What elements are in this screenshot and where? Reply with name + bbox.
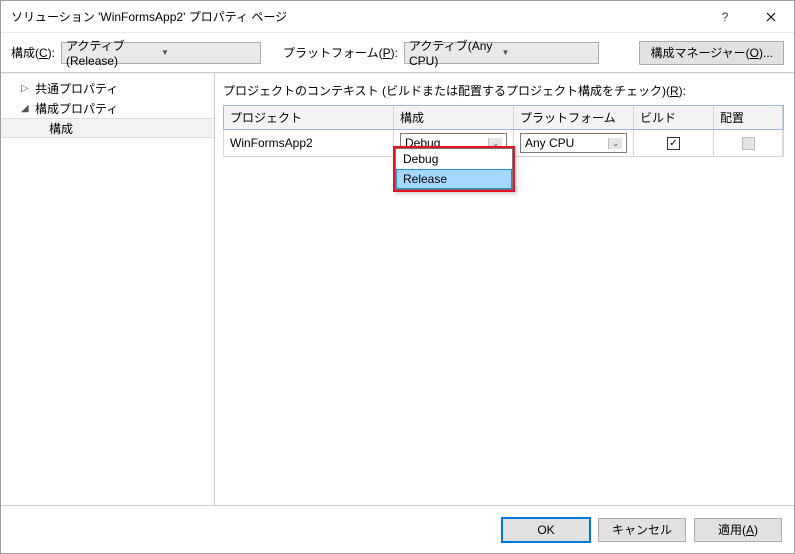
col-platform[interactable]: プラットフォーム bbox=[514, 106, 634, 129]
cell-deploy bbox=[714, 130, 783, 156]
config-combo-value: アクティブ(Release) bbox=[66, 37, 161, 68]
close-button[interactable] bbox=[748, 1, 794, 33]
context-label: プロジェクトのコンテキスト (ビルドまたは配置するプロジェクト構成をチェック)(… bbox=[223, 82, 784, 99]
build-checkbox[interactable]: ✓ bbox=[667, 137, 680, 150]
property-dialog: ソリューション 'WinFormsApp2' プロパティ ページ ? 構成(C)… bbox=[0, 0, 795, 554]
window-title: ソリューション 'WinFormsApp2' プロパティ ページ bbox=[11, 8, 702, 25]
platform-combo[interactable]: アクティブ(Any CPU) ▼ bbox=[404, 42, 599, 64]
tree-panel: ▷ 共通プロパティ ◢ 構成プロパティ 構成 bbox=[1, 74, 215, 505]
grid-header: プロジェクト 構成 プラットフォーム ビルド 配置 bbox=[223, 105, 784, 130]
ok-button[interactable]: OK bbox=[502, 518, 590, 542]
cell-build: ✓ bbox=[634, 130, 714, 156]
cancel-button[interactable]: キャンセル bbox=[598, 518, 686, 542]
tree-label: 構成 bbox=[49, 120, 73, 137]
body: ▷ 共通プロパティ ◢ 構成プロパティ 構成 プロジェクトのコンテキスト (ビル… bbox=[1, 73, 794, 505]
platform-label: プラットフォーム(P): bbox=[283, 44, 398, 61]
deploy-checkbox bbox=[742, 137, 755, 150]
cell-platform: Any CPU ⌄ bbox=[514, 130, 634, 156]
col-config[interactable]: 構成 bbox=[394, 106, 514, 129]
tree-item-common[interactable]: ▷ 共通プロパティ bbox=[1, 78, 214, 98]
config-label: 構成(C): bbox=[11, 44, 55, 61]
expanded-icon: ◢ bbox=[21, 103, 31, 114]
close-icon bbox=[766, 12, 776, 22]
col-build[interactable]: ビルド bbox=[634, 106, 714, 129]
config-combo[interactable]: アクティブ(Release) ▼ bbox=[61, 42, 261, 64]
cell-project: WinFormsApp2 bbox=[224, 130, 394, 156]
footer: OK キャンセル 適用(A) bbox=[1, 505, 794, 553]
config-dropdown: Debug Release bbox=[393, 146, 515, 192]
row-platform-combo[interactable]: Any CPU ⌄ bbox=[520, 133, 627, 153]
help-button[interactable]: ? bbox=[702, 1, 748, 33]
apply-button[interactable]: 適用(A) bbox=[694, 518, 782, 542]
tree-label: 構成プロパティ bbox=[35, 100, 118, 117]
chevron-down-icon: ▼ bbox=[502, 48, 595, 57]
chevron-down-icon: ▼ bbox=[161, 48, 256, 57]
right-panel: プロジェクトのコンテキスト (ビルドまたは配置するプロジェクト構成をチェック)(… bbox=[215, 74, 794, 505]
col-project[interactable]: プロジェクト bbox=[224, 106, 394, 129]
toolbar: 構成(C): アクティブ(Release) ▼ プラットフォーム(P): アクテ… bbox=[1, 33, 794, 73]
tree-label: 共通プロパティ bbox=[35, 80, 118, 97]
config-manager-button[interactable]: 構成マネージャー(O)... bbox=[639, 41, 784, 65]
titlebar: ソリューション 'WinFormsApp2' プロパティ ページ ? bbox=[1, 1, 794, 33]
collapsed-icon: ▷ bbox=[21, 83, 31, 94]
chevron-down-icon: ⌄ bbox=[608, 138, 622, 149]
tree-item-config[interactable]: 構成 bbox=[1, 118, 214, 138]
dropdown-item-debug[interactable]: Debug bbox=[396, 149, 512, 169]
col-deploy[interactable]: 配置 bbox=[714, 106, 783, 129]
dropdown-item-release[interactable]: Release bbox=[396, 169, 512, 189]
row-platform-value: Any CPU bbox=[525, 136, 574, 150]
tree-item-config-props[interactable]: ◢ 構成プロパティ bbox=[1, 98, 214, 118]
platform-combo-value: アクティブ(Any CPU) bbox=[409, 37, 502, 68]
